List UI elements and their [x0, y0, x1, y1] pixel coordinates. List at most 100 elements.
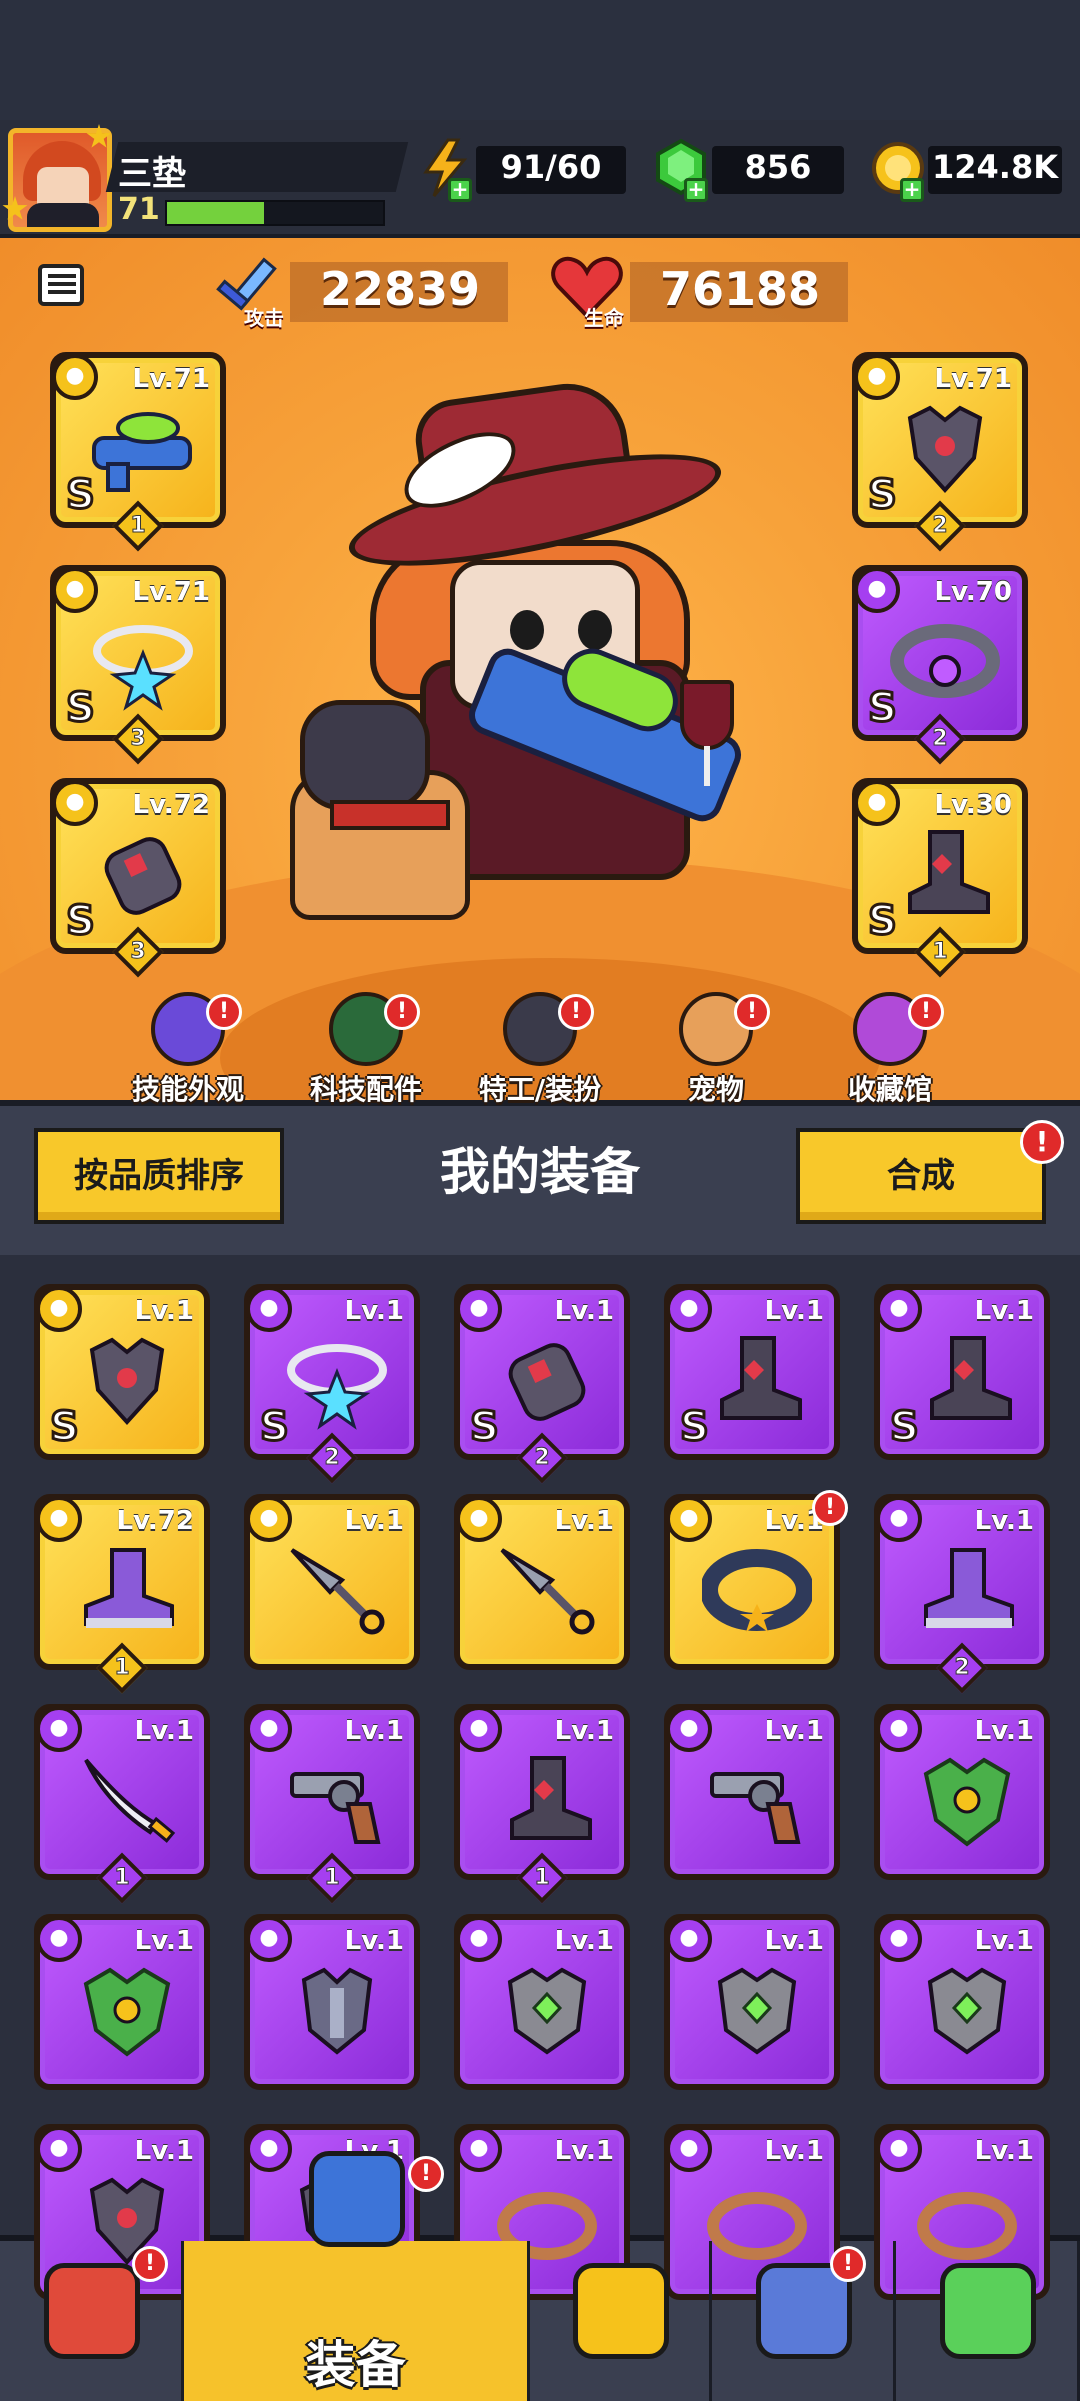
inventory-slot[interactable]: ●Lv.1: [454, 1914, 630, 2090]
category-label: 特工/装扮: [478, 1073, 602, 1106]
category-label: 科技配件: [309, 1073, 422, 1106]
armor-icon: [72, 1330, 182, 1430]
item-stars: 1: [932, 938, 948, 964]
equipped_right-slot[interactable]: ● Lv.71 S 2: [852, 352, 1028, 552]
slot-type-icon: ●: [246, 1496, 292, 1542]
inventory-slot[interactable]: ●Lv.1: [244, 1914, 420, 2090]
add-energy-button[interactable]: +: [448, 178, 472, 202]
inventory-slot[interactable]: ● Lv.1 2: [874, 1494, 1050, 1694]
equipped_left-slot[interactable]: ● Lv.71 S 1: [50, 352, 226, 552]
inventory-slot[interactable]: ● Lv.1 S: [34, 1284, 210, 1460]
kunai-icon: [282, 1540, 392, 1640]
slot-type-icon: ●: [36, 2126, 82, 2172]
item-grade: S: [65, 897, 97, 946]
item-grade: S: [867, 897, 899, 946]
inventory-slot[interactable]: ● Lv.1 1: [454, 1704, 630, 1904]
inventory-slot[interactable]: ● Lv.1 S 2: [454, 1284, 630, 1484]
sneaker-icon: [72, 1540, 182, 1640]
energy-value: 91/60: [500, 148, 602, 186]
inventory-slot[interactable]: ● Lv.1 S: [874, 1284, 1050, 1460]
item-stars: 1: [534, 1864, 550, 1890]
item-level: Lv.30: [934, 790, 1012, 820]
slot-type-icon: ●: [52, 354, 98, 400]
item-level: Lv.1: [344, 1506, 404, 1536]
star-necklace-icon: [282, 1330, 392, 1430]
inventory-slot[interactable]: ●Lv.1: [664, 1704, 840, 1880]
inventory-slot[interactable]: ●Lv.1: [454, 1494, 630, 1670]
gauntlet-icon: [492, 1330, 602, 1430]
inventory-slot[interactable]: ●Lv.1: [664, 1914, 840, 2090]
add-coins-button[interactable]: +: [900, 178, 924, 202]
inventory-slot[interactable]: ● Lv.1: [244, 1494, 420, 1670]
slot-type-icon: ●: [666, 2126, 712, 2172]
category-label: 宠物: [687, 1073, 744, 1106]
gene-capsule-icon: [940, 2263, 1036, 2359]
item-grade: S: [469, 1403, 501, 1452]
slot-type-icon: ●: [246, 1916, 292, 1962]
item-level: Lv.1: [134, 1926, 194, 1956]
gem-armor-icon: [912, 1960, 1022, 2060]
boot-icon: [702, 1330, 812, 1430]
item-level: Lv.1: [974, 1506, 1034, 1536]
slot-type-icon: ●: [854, 780, 900, 826]
item-level: Lv.1: [764, 2136, 824, 2166]
nav-battle-star[interactable]: [530, 2241, 712, 2401]
nav-planet[interactable]: [712, 2241, 896, 2401]
slot-type-icon: ●: [876, 2126, 922, 2172]
battle-star-icon: [573, 2263, 669, 2359]
equipped_right-slot[interactable]: ● Lv.30 S 1: [852, 778, 1028, 978]
add-gems-button[interactable]: +: [684, 178, 708, 202]
item-level: Lv.71: [132, 364, 210, 394]
attack-label: 攻击: [244, 306, 284, 330]
slot-type-icon: ●: [52, 780, 98, 826]
inventory-slot[interactable]: ● Lv.1 S 2: [244, 1284, 420, 1484]
collar-icon: [700, 1540, 814, 1640]
item-level: Lv.1: [344, 1296, 404, 1326]
hero-eye: [510, 610, 544, 650]
slot-type-icon: ●: [456, 1706, 502, 1752]
equipped_left-slot[interactable]: ● Lv.71 S 3: [50, 565, 226, 765]
item-level: Lv.1: [974, 1926, 1034, 1956]
alert-badge: !: [132, 2246, 168, 2282]
inventory-slot[interactable]: ●Lv.1: [874, 1914, 1050, 2090]
slot-type-icon: ●: [666, 1496, 712, 1542]
inventory-slot[interactable]: ●Lv.1: [34, 1914, 210, 2090]
slot-type-icon: ●: [52, 567, 98, 613]
list-menu-icon[interactable]: [38, 264, 84, 306]
inventory-slot[interactable]: ●Lv.1: [664, 1494, 840, 1670]
merge-button[interactable]: 合成: [796, 1128, 1046, 1224]
item-level: Lv.1: [974, 1296, 1034, 1326]
category-label: 技能外观: [131, 1073, 244, 1106]
merge-alert-badge: !: [1020, 1120, 1064, 1164]
player-level: 71: [118, 192, 160, 227]
slot-type-icon: ●: [666, 1286, 712, 1332]
nav-equipment[interactable]: 装备: [184, 2151, 530, 2401]
inventory-slot[interactable]: ● Lv.72 1: [34, 1494, 210, 1694]
gem-armor-icon: [492, 1960, 602, 2060]
item-level: Lv.1: [554, 1296, 614, 1326]
item-stars: 2: [932, 512, 948, 538]
hero-eye: [578, 610, 612, 650]
nav-gene-capsule[interactable]: [896, 2241, 1080, 2401]
inventory-slot[interactable]: ●Lv.1: [874, 1704, 1050, 1880]
sort-by-quality-button[interactable]: 按品质排序: [34, 1128, 284, 1224]
star-necklace-icon: [88, 611, 198, 711]
item-level: Lv.71: [132, 577, 210, 607]
slot-type-icon: ●: [876, 1286, 922, 1332]
equipped_right-slot[interactable]: ● Lv.70 S 2: [852, 565, 1028, 765]
kunai-icon: [492, 1540, 602, 1640]
item-level: Lv.72: [116, 1506, 194, 1536]
boot-icon: [912, 1330, 1022, 1430]
item-grade: S: [259, 1403, 291, 1452]
inventory-slot[interactable]: ● Lv.1 1: [34, 1704, 210, 1904]
player-name: 三垫: [118, 154, 186, 194]
inventory-title: 我的装备: [440, 1143, 640, 1201]
item-grade: S: [889, 1403, 921, 1452]
inventory-slot[interactable]: ● Lv.1 S: [664, 1284, 840, 1460]
item-level: Lv.1: [554, 1716, 614, 1746]
equipped_left-slot[interactable]: ● Lv.72 S 3: [50, 778, 226, 978]
item-stars: 2: [954, 1654, 970, 1680]
item-level: Lv.1: [974, 1716, 1034, 1746]
inventory-slot[interactable]: ● Lv.1 1: [244, 1704, 420, 1904]
revolver-icon: [702, 1750, 812, 1850]
